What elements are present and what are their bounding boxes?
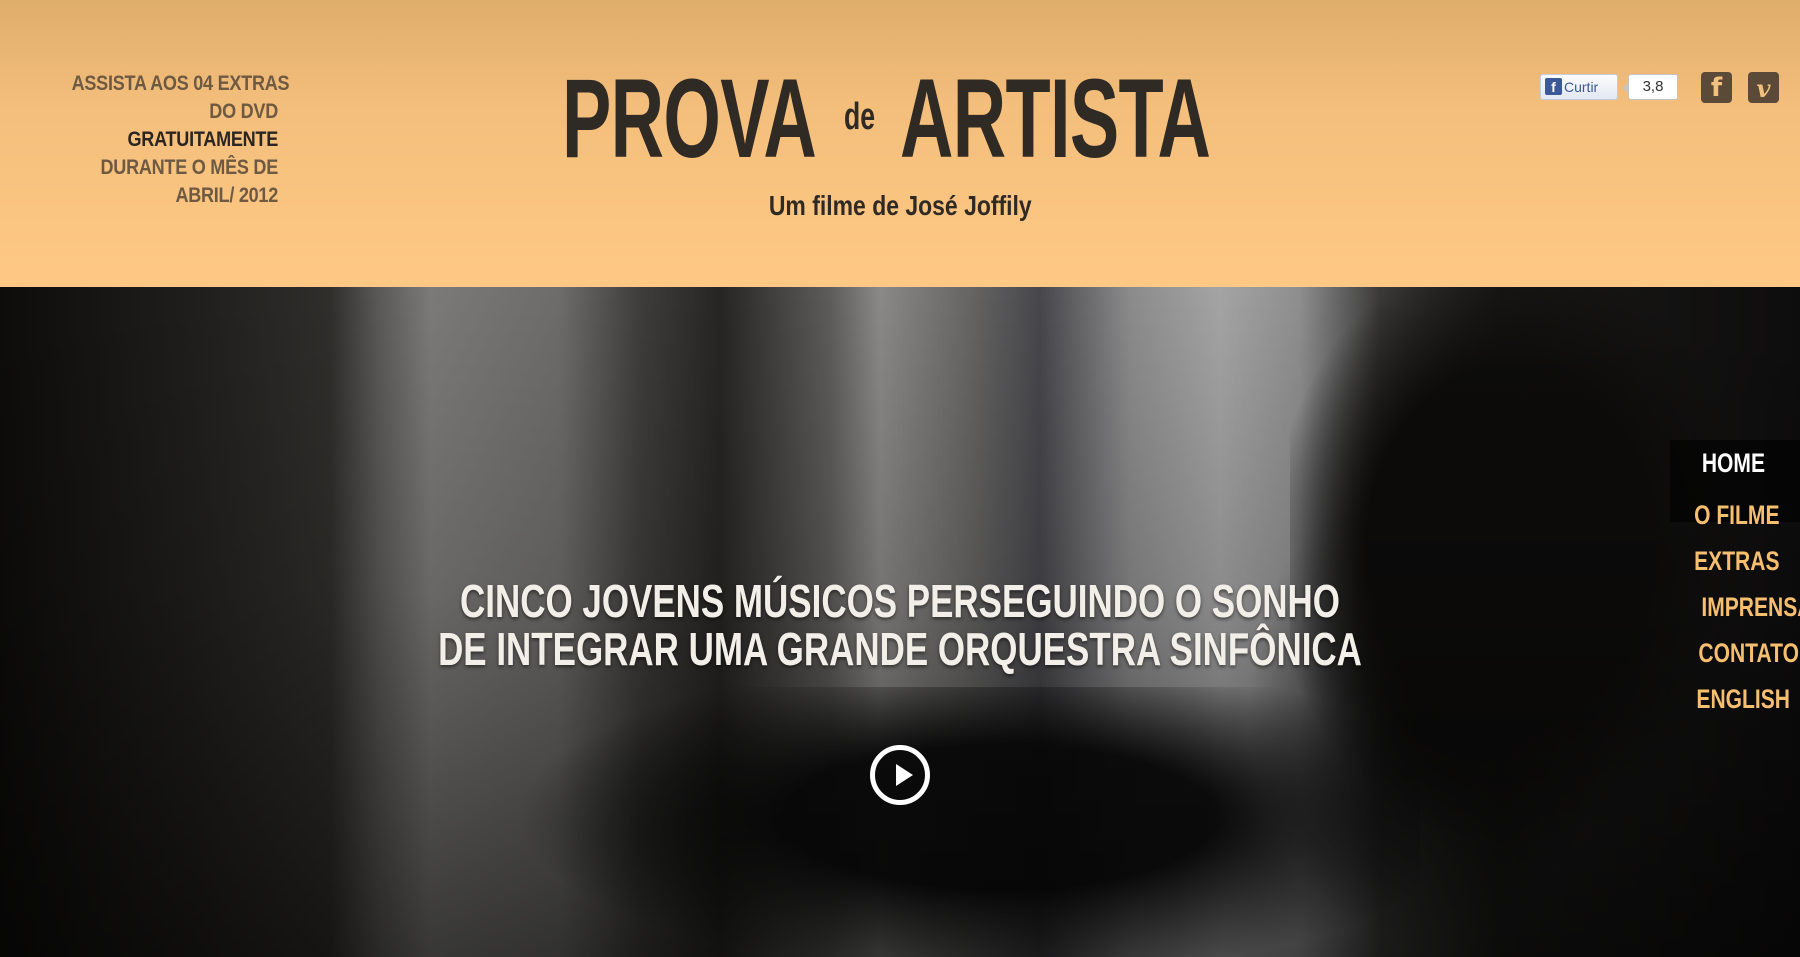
nav-item-imprensa[interactable]: IMPRENSA [1670, 584, 1800, 630]
nav-item-english[interactable]: ENGLISH [1670, 676, 1800, 722]
facebook-small-icon: f [1545, 78, 1562, 95]
like-label: Curtir [1564, 79, 1599, 95]
logo-word-prova: PROVA [562, 56, 817, 181]
promo-line-2: DO DVD [209, 100, 278, 123]
site-header: ASSISTA AOS 04 EXTRAS DO DVD GRATUITAMEN… [0, 0, 1800, 287]
nav-item-o-filme[interactable]: O FILME [1670, 492, 1800, 538]
hero-banner: CINCO JOVENS MÚSICOS PERSEGUINDO O SONHO… [0, 287, 1800, 957]
logo-word-artista: ARTISTA [900, 56, 1211, 181]
like-count: 3,8 [1623, 74, 1678, 100]
promo-line-4: DURANTE O MÊS DE [100, 156, 279, 179]
promo-line-1: ASSISTA AOS 04 EXTRAS [71, 72, 290, 95]
facebook-like-button[interactable]: f Curtir [1540, 74, 1618, 100]
tagline-line-2: DE INTEGRAR UMA GRANDE ORQUESTRA SINFÔNI… [438, 623, 1362, 675]
vimeo-icon[interactable]: v [1748, 72, 1779, 103]
tagline-line-1: CINCO JOVENS MÚSICOS PERSEGUINDO O SONHO [460, 575, 1340, 627]
film-credit: Um filme de José Joffily [0, 190, 1800, 222]
nav-item-contato[interactable]: CONTATO [1670, 630, 1800, 676]
play-icon[interactable] [870, 745, 930, 805]
logo-connector: de [844, 96, 876, 138]
nav-item-extras[interactable]: EXTRAS [1670, 538, 1800, 584]
dvd-extras-promo[interactable]: ASSISTA AOS 04 EXTRAS DO DVD GRATUITAMEN… [38, 70, 290, 210]
social-bar: f Curtir 3,8 f v [1540, 72, 1800, 108]
promo-line-3: GRATUITAMENTE [127, 128, 279, 151]
hero-tagline: CINCO JOVENS MÚSICOS PERSEGUINDO O SONHO… [0, 577, 1800, 673]
film-credit-text: Um filme de José Joffily [768, 190, 1032, 221]
facebook-icon[interactable]: f [1701, 72, 1732, 103]
site-logo[interactable]: PROVA de ARTISTA [562, 60, 1242, 180]
main-nav: HOME O FILME EXTRAS IMPRENSA CONTATO ENG… [1670, 440, 1800, 722]
